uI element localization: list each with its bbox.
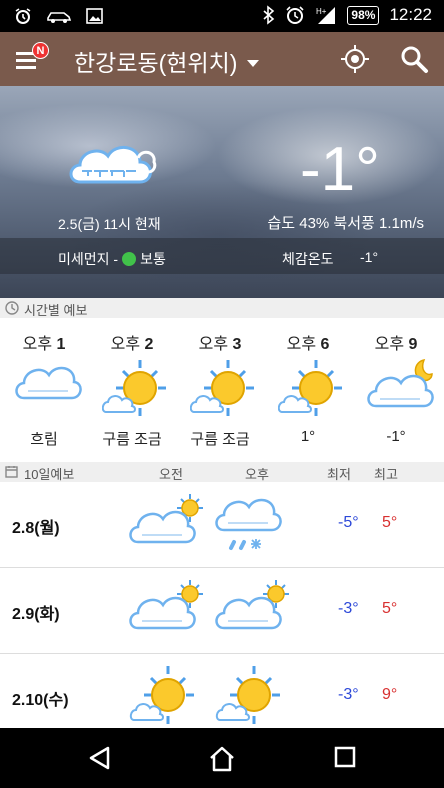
system-nav-bar [0, 728, 444, 788]
sun-cloud-icon [215, 666, 280, 724]
cloud-snow-rain-icon [215, 498, 282, 550]
hourly-forecast-header: 시간별 예보 [0, 298, 444, 318]
app-bar: N 한강로동(현위치) [0, 32, 444, 86]
hour-prefix: 오후 [110, 336, 141, 353]
daily-row[interactable]: 2.8(월) -5° 5° [0, 482, 444, 568]
alarm-icon [286, 6, 304, 24]
image-icon [86, 8, 103, 24]
sun-cloud-icon [190, 360, 254, 416]
feels-like-label: 체감온도 [282, 251, 334, 267]
sun-cloud-icon [102, 360, 166, 416]
hour-value: 3 [232, 336, 242, 353]
feels-like-value: -1° [360, 249, 379, 265]
hourly-item: 오후 6 1° [264, 318, 352, 462]
hourly-time: 오후 9 [352, 330, 440, 354]
hourly-item: 오후 1 흐림 [0, 318, 88, 462]
current-weather-panel: -1° 2.5(금) 11시 현재 습도 43% 북서풍 1.1m/s 미세먼지… [0, 86, 444, 298]
fine-dust-info: 미세먼지 - 보통 [58, 249, 166, 269]
current-location-button[interactable] [340, 44, 370, 74]
daily-max-temp: 5° [382, 600, 398, 617]
recents-button[interactable] [332, 744, 362, 774]
hourly-item: 오후 2 구름 조금 [88, 318, 176, 462]
alarm-icon [15, 8, 31, 24]
battery-indicator: 98% [347, 5, 380, 25]
cloud-sun-icon [215, 580, 289, 630]
sun-cloud-icon [129, 666, 194, 724]
hour-prefix: 오후 [22, 336, 53, 353]
hourly-condition: 구름 조금 [102, 431, 162, 448]
hourly-temperature: 1° [300, 428, 316, 445]
hour-value: 9 [408, 336, 418, 353]
hourly-condition: 구름 조금 [190, 431, 250, 448]
fine-dust-status: 보통 [140, 251, 166, 267]
hourly-forecast: 오후 1 흐림 오후 2 구름 조금 오후 3 구름 조금 오후 6 1° 오후… [0, 318, 444, 462]
signal-icon: H+ [316, 7, 336, 24]
column-max: 최고 [374, 467, 398, 482]
cloudy-wind-icon [69, 146, 157, 184]
humidity-wind: 습도 43% 북서풍 1.1m/s [267, 215, 424, 232]
air-quality-strip: 미세먼지 - 보통 체감온도 -1° [0, 238, 444, 274]
hourly-temperature: -1° [386, 428, 406, 445]
chevron-down-icon [247, 59, 260, 67]
daily-max-temp: 9° [382, 686, 398, 703]
car-icon [47, 12, 72, 23]
column-min: 최저 [327, 467, 351, 482]
back-icon [89, 746, 110, 770]
column-pm: 오후 [245, 467, 269, 482]
moon-cloud-icon [367, 358, 434, 408]
sun-cloud-icon [278, 360, 342, 416]
home-icon [210, 746, 234, 772]
crosshair-icon [341, 45, 369, 73]
observed-time: 2.5(금) 11시 현재 [58, 216, 161, 232]
daily-date: 2.10(수) [12, 692, 69, 709]
status-bar: H+ 98% 12:22 [0, 0, 444, 32]
svg-text:H+: H+ [316, 7, 327, 16]
dust-status-dot-icon [122, 252, 137, 266]
hour-prefix: 오후 [198, 336, 229, 353]
cloud-sun-icon [129, 494, 203, 544]
status-clock: 12:22 [389, 5, 432, 24]
hourly-forecast-title: 시간별 예보 [24, 303, 88, 318]
recents-icon [334, 746, 356, 768]
hourly-time: 오후 2 [88, 330, 176, 354]
hourly-item: 오후 9 -1° [352, 318, 440, 462]
cloud-icon [15, 366, 82, 400]
current-temperature: -1° [300, 135, 380, 204]
notification-badge: N [32, 42, 49, 59]
home-button[interactable] [207, 744, 237, 774]
hourly-item: 오후 3 구름 조금 [176, 318, 264, 462]
cloud-sun-icon [129, 580, 203, 630]
hour-prefix: 오후 [374, 336, 405, 353]
daily-min-temp: -5° [338, 514, 359, 531]
daily-max-temp: 5° [382, 514, 398, 531]
hourly-time: 오후 1 [0, 330, 88, 354]
location-title: 한강로동(현위치) [74, 50, 238, 76]
hourly-time: 오후 6 [264, 330, 352, 354]
daily-min-temp: -3° [338, 686, 359, 703]
daily-forecast-header: 10일예보 오전 오후 최저 최고 [0, 462, 444, 482]
hourly-time: 오후 3 [176, 330, 264, 354]
bluetooth-icon [263, 5, 275, 25]
daily-date: 2.8(월) [12, 520, 60, 537]
menu-icon-line [16, 59, 36, 62]
daily-forecast-title: 10일예보 [24, 467, 75, 482]
hour-value: 6 [320, 336, 330, 353]
location-selector[interactable]: 한강로동(현위치) [74, 44, 260, 78]
daily-row[interactable]: 2.9(화) -3° 5° [0, 568, 444, 654]
search-icon [401, 46, 428, 73]
back-button[interactable] [86, 744, 116, 774]
hour-prefix: 오후 [286, 336, 317, 353]
hour-value: 1 [56, 336, 66, 353]
column-am: 오전 [159, 467, 183, 482]
daily-min-temp: -3° [338, 600, 359, 617]
clock-icon [5, 301, 19, 315]
menu-icon-line [16, 66, 36, 69]
hour-value: 2 [144, 336, 154, 353]
calendar-icon [5, 466, 18, 478]
daily-date: 2.9(화) [12, 606, 60, 623]
fine-dust-label: 미세먼지 - [58, 251, 119, 267]
menu-button[interactable]: N [16, 42, 50, 74]
hourly-condition: 흐림 [30, 431, 58, 448]
search-button[interactable] [399, 44, 429, 74]
